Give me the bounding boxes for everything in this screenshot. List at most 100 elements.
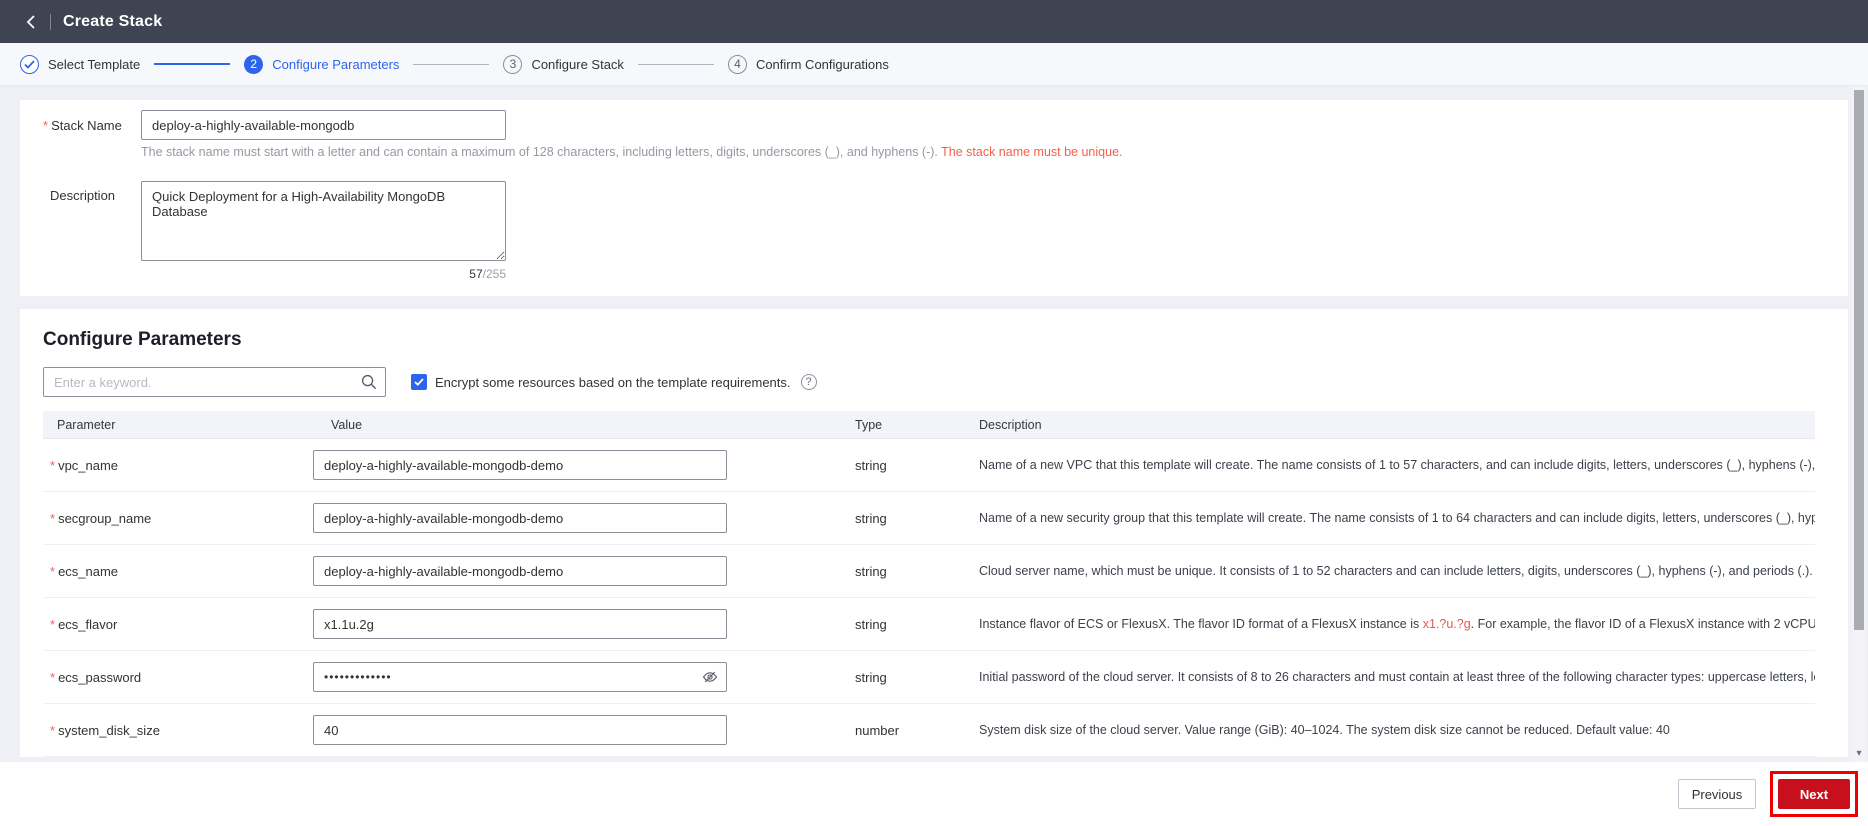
step-number: 2 (244, 54, 264, 74)
wizard-steps: Select Template 2 Configure Parameters 3… (0, 43, 1868, 86)
value-cell (313, 662, 853, 692)
type-cell: string (855, 669, 887, 685)
parameter-cell: * ecs_password (43, 670, 313, 685)
parameter-cell: * vpc_name (43, 458, 313, 473)
value-input[interactable] (313, 609, 727, 639)
table-row: *vpc_name string Name of a new VPC that … (43, 439, 1815, 492)
required-asterisk: * (50, 616, 56, 632)
step-connector (637, 63, 714, 65)
stack-name-input[interactable] (141, 110, 506, 140)
parameter-cell: * ecs_name (43, 564, 313, 579)
col-parameter: Parameter (57, 417, 116, 432)
parameter-name: secgroup_name (58, 510, 152, 526)
parameter-name: ecs_password (58, 669, 142, 685)
value-input[interactable] (313, 450, 727, 480)
table-row: *ecs_flavor string Instance flavor of EC… (43, 598, 1815, 651)
stack-info-card: *Stack Name The stack name must start wi… (20, 100, 1848, 296)
step-label: Configure Parameters (272, 56, 400, 72)
step-configure-stack[interactable]: 3 Configure Stack (503, 54, 624, 74)
parameter-name: ecs_name (58, 563, 119, 579)
step-connector (154, 63, 231, 65)
step-label: Confirm Configurations (755, 56, 889, 72)
next-button-highlight: Next (1770, 771, 1858, 817)
chevron-down-icon[interactable]: ▾ (1852, 746, 1866, 760)
search-box (43, 367, 386, 397)
table-row: *ecs_name string Cloud server name, whic… (43, 545, 1815, 598)
value-cell (313, 715, 853, 745)
type-cell: string (855, 563, 887, 579)
step-confirm-configurations[interactable]: 4 Confirm Configurations (727, 54, 889, 74)
char-counter: 57/255 (141, 267, 506, 281)
magnifier-icon[interactable] (361, 374, 377, 395)
parameter-name: ecs_flavor (58, 616, 118, 632)
configure-parameters-card: Configure Parameters Encrypt some resour… (20, 309, 1848, 757)
description-textarea[interactable]: Quick Deployment for a High-Availability… (141, 181, 506, 261)
page-title: Create Stack (63, 12, 163, 30)
chevron-left-icon (26, 14, 35, 29)
type-cell: number (855, 722, 900, 738)
next-button[interactable]: Next (1778, 779, 1850, 809)
checkbox-check-icon (414, 378, 424, 386)
search-input[interactable] (43, 367, 386, 397)
header-divider (50, 13, 51, 30)
col-description: Description (979, 417, 1042, 432)
eye-off-icon[interactable] (702, 669, 718, 690)
parameters-toolbar: Encrypt some resources based on the temp… (43, 367, 817, 397)
wizard-footer: Previous Next (0, 762, 1868, 826)
type-cell: string (855, 457, 887, 473)
encrypt-checkbox[interactable] (411, 374, 427, 390)
hint-warning-text: The stack name must be unique. (941, 145, 1123, 159)
type-cell: string (855, 510, 887, 526)
value-cell (313, 556, 853, 586)
table-body: *vpc_name string Name of a new VPC that … (43, 439, 1815, 757)
table-header: Parameter Value Type Description (43, 411, 1815, 439)
step-select-template[interactable]: Select Template (20, 54, 141, 74)
required-asterisk: * (50, 563, 56, 579)
table-row: *ecs_password string Initial password of… (43, 651, 1815, 704)
col-value: Value (331, 417, 363, 432)
create-stack-page: Create Stack Select Template 2 Configure… (0, 0, 1868, 826)
parameters-table: Parameter Value Type Description * vpc_na… (43, 411, 1815, 757)
check-icon (20, 54, 39, 74)
hint-text: The stack name must start with a letter … (141, 145, 942, 159)
required-asterisk: * (43, 117, 49, 133)
required-asterisk: * (50, 669, 56, 685)
step-configure-parameters[interactable]: 2 Configure Parameters (244, 54, 400, 74)
char-count-current: 57 (469, 267, 483, 281)
value-input[interactable] (313, 503, 727, 533)
required-asterisk: * (50, 722, 56, 738)
vertical-scrollbar[interactable]: ▾ (1852, 86, 1866, 762)
previous-button[interactable]: Previous (1678, 779, 1756, 809)
step-number: 3 (503, 54, 523, 74)
parameter-name: system_disk_size (58, 722, 160, 738)
value-cell (313, 503, 853, 533)
value-input[interactable] (313, 662, 727, 692)
parameter-cell: * ecs_flavor (43, 617, 313, 632)
question-circle-icon[interactable]: ? (800, 374, 817, 390)
page-header: Create Stack (0, 0, 1868, 43)
back-button[interactable] (20, 11, 42, 33)
parameter-name: vpc_name (58, 457, 119, 473)
required-asterisk: * (50, 510, 56, 526)
type-cell: string (855, 616, 887, 632)
value-cell (313, 609, 853, 639)
description-label: Description (50, 188, 116, 203)
stack-name-label: * Stack Name (43, 117, 122, 133)
value-cell (313, 450, 853, 480)
description-row: Description Quick Deployment for a High-… (43, 181, 506, 261)
description-cell: Cloud server name, which must be unique.… (979, 564, 1815, 578)
step-number: 4 (727, 54, 747, 74)
scrollbar-thumb[interactable] (1854, 90, 1864, 630)
stack-name-row: * Stack Name (43, 110, 506, 140)
stack-name-hint: The stack name must start with a letter … (141, 145, 1123, 159)
required-asterisk: * (50, 457, 56, 473)
value-input[interactable] (313, 715, 727, 745)
description-cell: Name of a new VPC that this template wil… (979, 458, 1815, 472)
value-input[interactable] (313, 556, 727, 586)
description-cell: System disk size of the cloud server. Va… (979, 723, 1670, 737)
step-label: Select Template (48, 56, 141, 72)
step-connector (413, 63, 490, 65)
table-row: *system_disk_size number System disk siz… (43, 704, 1815, 757)
table-row: *secgroup_name string Name of a new secu… (43, 492, 1815, 545)
description-cell: Name of a new security group that this t… (979, 511, 1815, 525)
